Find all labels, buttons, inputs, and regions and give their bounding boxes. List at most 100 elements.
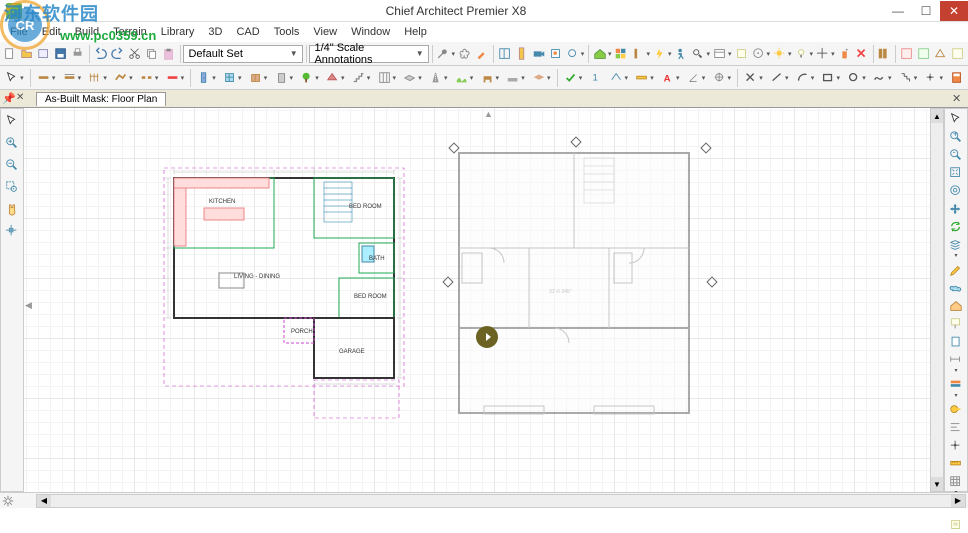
delete-wall-icon[interactable] [162,68,187,88]
r-layers-icon[interactable] [946,237,966,260]
r-target-icon[interactable] [946,183,966,199]
maximize-button[interactable]: ☐ [912,1,940,21]
r-markup-icon[interactable] [946,262,966,278]
menu-cad[interactable]: CAD [230,24,265,40]
minimize-button[interactable]: — [884,1,912,21]
stairs-icon[interactable] [349,68,374,88]
select-tool-icon[interactable] [2,111,22,131]
menu-tools[interactable]: Tools [268,24,306,40]
horizontal-scrollbar[interactable]: ◀ ▶ [36,494,966,508]
copy-icon[interactable] [144,44,160,64]
find-icon[interactable] [690,44,711,64]
calculator-icon[interactable] [947,68,966,88]
floorplan-right[interactable]: 31'-6 245" [454,148,704,461]
tape-measure-icon[interactable] [632,68,657,88]
wall-detail-icon[interactable] [899,44,915,64]
window-tool-icon[interactable] [220,68,245,88]
menu-library[interactable]: Library [155,24,201,40]
object-snap-icon[interactable] [751,44,772,64]
r-zoom-in-icon[interactable]: + [946,129,966,145]
r-point-icon[interactable] [946,438,966,454]
marker-icon[interactable] [709,68,734,88]
wall-break-icon[interactable] [137,68,162,88]
layout-icon[interactable] [497,44,513,64]
cut-icon[interactable] [127,44,143,64]
r-note-pin-icon[interactable] [946,316,966,332]
crosshair-tool-icon[interactable] [815,44,836,64]
angle-dim-icon[interactable] [684,68,709,88]
delete-surface-icon[interactable] [854,44,870,64]
menu-terrain[interactable]: Terrain [107,24,153,40]
revision-cloud-icon[interactable] [457,44,473,64]
r-layer-set-icon[interactable] [946,377,966,400]
furniture-icon[interactable] [477,68,502,88]
spray-paint-icon[interactable] [837,44,853,64]
auto-dim-icon[interactable] [606,68,631,88]
level-number-icon[interactable]: 1 [586,68,605,88]
point-marker-icon[interactable] [921,68,946,88]
road-icon[interactable] [426,68,451,88]
undo-icon[interactable] [93,44,109,64]
drawing-canvas[interactable]: ▲ ◀ [24,108,944,492]
schedule-icon[interactable] [712,44,733,64]
zoom-window-icon[interactable] [2,177,22,197]
check-mark-icon[interactable] [561,68,586,88]
ruler-vert-icon[interactable] [514,44,530,64]
lightbulb-icon[interactable] [794,44,815,64]
pin-icon[interactable]: 📌 [2,92,16,106]
close-panel-icon[interactable]: ✕ [952,92,966,105]
framing-icon[interactable] [916,44,932,64]
cabinet-icon[interactable] [246,68,271,88]
wall-tool-icon[interactable] [34,68,59,88]
select-arrow-icon[interactable] [2,68,27,88]
r-refresh-icon[interactable] [946,219,966,235]
settings-gear-icon[interactable] [0,493,16,509]
annotation-scale-dropdown[interactable]: 1/4" Scale Annotations▼ [309,45,428,63]
pan-left-arrow[interactable]: ◀ [25,300,32,311]
vertical-scrollbar[interactable]: ▲ ▼ [930,108,944,492]
template-icon[interactable] [36,44,52,64]
electrical-icon[interactable] [652,44,673,64]
appliance-icon[interactable] [271,68,296,88]
polyline-wall-icon[interactable] [111,68,136,88]
wrench-settings-icon[interactable] [435,44,456,64]
sun-lighting-icon[interactable] [772,44,793,64]
r-book-icon[interactable] [946,334,966,350]
r-fit-icon[interactable] [946,165,966,181]
menu-window[interactable]: Window [345,24,396,40]
foundation-icon[interactable] [503,68,528,88]
r-ruler-icon[interactable] [946,456,966,472]
terrain-icon[interactable] [452,68,477,88]
r-house-icon[interactable] [946,298,966,314]
pan-up-arrow[interactable]: ▲ [484,109,493,119]
rail-wall-icon[interactable] [59,68,84,88]
menu-build[interactable]: Build [69,24,105,40]
save-icon[interactable] [53,44,69,64]
scroll-down-button[interactable]: ▼ [931,477,943,491]
r-pan-icon[interactable] [946,201,966,217]
paste-icon[interactable] [161,44,177,64]
menu-help[interactable]: Help [398,24,433,40]
menu-view[interactable]: View [307,24,343,40]
materials-icon[interactable] [613,44,629,64]
match-properties-icon[interactable] [474,44,490,64]
fence-icon[interactable] [85,68,110,88]
ref-display-icon[interactable] [950,44,966,64]
document-tab[interactable]: As-Built Mask: Floor Plan [36,92,166,106]
line-tool-icon[interactable] [767,68,792,88]
floor-icon[interactable] [529,68,554,88]
redo-icon[interactable] [110,44,126,64]
close-tab-icon[interactable]: ✕ [16,92,30,106]
zoom-out-icon[interactable] [2,155,22,175]
active-layer-set-dropdown[interactable]: Default Set▼ [183,45,302,63]
zoom-in-icon[interactable] [2,133,22,153]
view-tools-icon[interactable] [565,44,586,64]
scroll-left-button[interactable]: ◀ [37,495,51,507]
text-tool-icon[interactable]: A [658,68,683,88]
pan-hand-icon[interactable] [2,199,22,219]
spline-tool-icon[interactable] [870,68,895,88]
revision-tool-icon[interactable] [896,68,921,88]
truss-icon[interactable] [933,44,949,64]
camera-view-icon[interactable] [531,44,547,64]
r-dim-icon[interactable] [946,352,966,375]
